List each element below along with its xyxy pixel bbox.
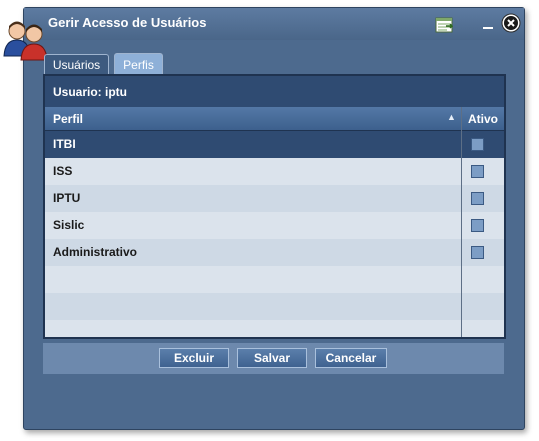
minimize-icon[interactable] [482, 18, 496, 32]
sort-ascending-icon[interactable]: ▲ [447, 112, 456, 122]
perfis-grid: Perfil ▲ Ativo ITBI ISS IPTU Sislic Admi… [45, 107, 504, 337]
export-icon[interactable] [435, 17, 453, 33]
ativo-checkbox[interactable] [471, 219, 484, 232]
tab-usuarios[interactable]: Usuários [44, 54, 109, 75]
empty-row [45, 293, 504, 320]
table-row[interactable]: Sislic [45, 212, 504, 239]
column-divider [461, 107, 462, 337]
grid-header: Perfil ▲ Ativo [45, 107, 504, 131]
ativo-checkbox[interactable] [471, 138, 484, 151]
perfil-cell: Sislic [53, 218, 85, 232]
user-label: Usuario: iptu [53, 85, 127, 99]
window-title: Gerir Acesso de Usuários [48, 15, 207, 30]
dialog-window: Gerir Acesso de Usuários Usuários Perfis… [3, 7, 525, 430]
perfil-cell: IPTU [53, 191, 81, 205]
close-icon[interactable] [501, 13, 521, 33]
users-icon [3, 21, 48, 61]
table-row[interactable]: ISS [45, 158, 504, 185]
perfil-cell: ITBI [53, 137, 76, 151]
excluir-button[interactable]: Excluir [159, 348, 229, 368]
user-info-bar: Usuario: iptu [45, 76, 504, 107]
button-bar: Excluir Salvar Cancelar [43, 343, 504, 374]
grid-rows: ITBI ISS IPTU Sislic Administrativo [45, 131, 504, 337]
title-bar[interactable]: Gerir Acesso de Usuários [3, 8, 524, 61]
empty-row [45, 320, 504, 337]
cancelar-button[interactable]: Cancelar [315, 348, 387, 368]
table-row[interactable]: ITBI [45, 131, 504, 158]
column-header-ativo[interactable]: Ativo [468, 112, 498, 126]
ativo-checkbox[interactable] [471, 192, 484, 205]
ativo-checkbox[interactable] [471, 165, 484, 178]
ativo-checkbox[interactable] [471, 246, 484, 259]
tab-perfis[interactable]: Perfis [114, 53, 163, 76]
empty-row [45, 266, 504, 293]
column-header-perfil[interactable]: Perfil [53, 112, 83, 126]
table-row[interactable]: Administrativo [45, 239, 504, 266]
table-row[interactable]: IPTU [45, 185, 504, 212]
perfil-cell: Administrativo [53, 245, 138, 259]
perfis-panel: Usuario: iptu Perfil ▲ Ativo ITBI ISS IP… [43, 74, 506, 339]
perfil-cell: ISS [53, 164, 73, 178]
salvar-button[interactable]: Salvar [237, 348, 307, 368]
